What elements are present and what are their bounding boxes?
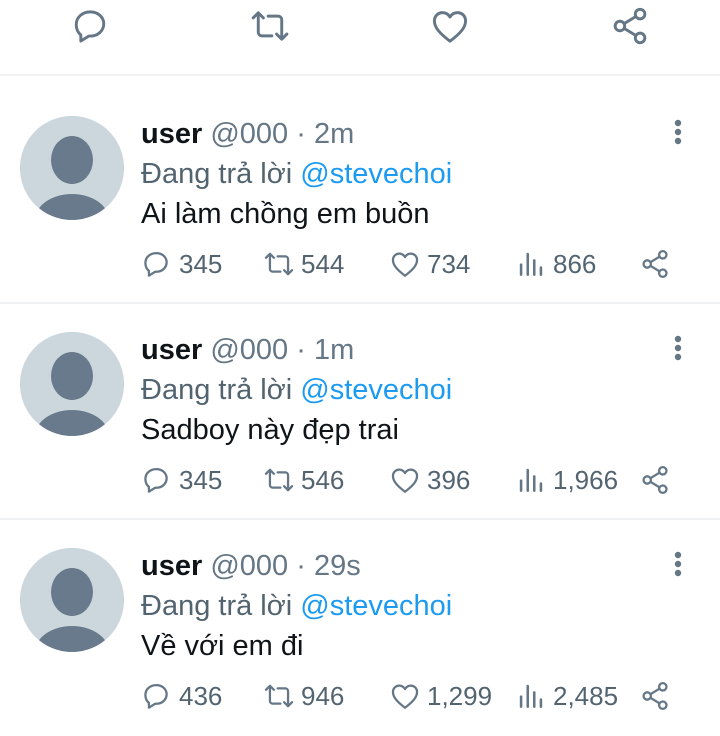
replying-to: Đang trả lời @stevechoi: [141, 158, 452, 191]
retweet-icon[interactable]: [248, 4, 292, 48]
retweet-icon: [264, 684, 294, 708]
views-icon: [519, 684, 543, 708]
tweet-header: user @000 · 2m: [141, 118, 354, 151]
replying-to-label: Đang trả lời: [141, 590, 301, 622]
share-icon: [642, 249, 668, 279]
like-icon: [391, 468, 419, 493]
separator-dot: ·: [296, 334, 306, 366]
user-handle[interactable]: @000: [210, 334, 288, 366]
view-count: 2,485: [553, 680, 619, 711]
views-icon: [519, 468, 543, 492]
like-icon[interactable]: [428, 4, 472, 48]
share-icon: [642, 681, 668, 711]
like-button[interactable]: 396: [388, 460, 470, 500]
view-count: 1,966: [553, 464, 619, 495]
like-count: 396: [427, 464, 471, 495]
avatar[interactable]: [20, 332, 124, 436]
like-button[interactable]: 1,299: [388, 676, 492, 716]
reply-icon: [144, 683, 168, 709]
like-icon: [391, 684, 419, 709]
like-count: 734: [427, 248, 471, 279]
timestamp[interactable]: 1m: [314, 334, 354, 366]
retweet-count: 946: [301, 680, 345, 711]
tweet-header: user @000 · 29s: [141, 550, 361, 583]
share-button[interactable]: [638, 676, 672, 716]
share-icon[interactable]: [608, 4, 652, 48]
view-count: 866: [553, 248, 597, 279]
reply-icon: [144, 251, 168, 277]
replying-to-label: Đang trả lời: [141, 374, 301, 406]
tweet-actions: 345 546 396 1,966: [0, 460, 720, 500]
retweet-icon: [264, 252, 294, 276]
timestamp[interactable]: 2m: [314, 118, 354, 150]
more-options-icon[interactable]: [664, 332, 692, 364]
tweet-text: Về với em đi: [141, 630, 304, 662]
more-options-icon[interactable]: [664, 548, 692, 580]
tweet-card[interactable]: user @000 · 1m Đang trả lời @stevechoi S…: [0, 304, 720, 520]
reply-count: 436: [179, 680, 223, 711]
views-icon: [519, 252, 543, 276]
reply-button[interactable]: 436: [140, 676, 222, 716]
share-button[interactable]: [638, 460, 672, 500]
views-button[interactable]: 2,485: [514, 676, 618, 716]
like-count: 1,299: [427, 680, 493, 711]
reply-icon[interactable]: [68, 4, 112, 48]
more-options-icon[interactable]: [664, 116, 692, 148]
tweet-card[interactable]: user @000 · 2m Đang trả lời @stevechoi A…: [0, 88, 720, 304]
views-button[interactable]: 866: [514, 244, 596, 284]
retweet-button[interactable]: 946: [262, 676, 344, 716]
like-button[interactable]: 734: [388, 244, 470, 284]
replying-to: Đang trả lời @stevechoi: [141, 590, 452, 623]
display-name[interactable]: user: [141, 550, 202, 582]
like-icon: [391, 252, 419, 277]
tweet-card[interactable]: user @000 · 29s Đang trả lời @stevechoi …: [0, 520, 720, 736]
views-button[interactable]: 1,966: [514, 460, 618, 500]
mention-link[interactable]: @stevechoi: [300, 158, 452, 190]
avatar[interactable]: [20, 548, 124, 652]
retweet-button[interactable]: 544: [262, 244, 344, 284]
share-button[interactable]: [638, 244, 672, 284]
mention-link[interactable]: @stevechoi: [300, 590, 452, 622]
tweet-text: Ai làm chồng em buồn: [141, 198, 430, 230]
retweet-button[interactable]: 546: [262, 460, 344, 500]
tweet-text: Sadboy này đẹp trai: [141, 414, 399, 446]
user-handle[interactable]: @000: [210, 550, 288, 582]
tweet-actions: 436 946 1,299 2,485: [0, 676, 720, 716]
display-name[interactable]: user: [141, 118, 202, 150]
tweet-actions: 345 544 734 866: [0, 244, 720, 284]
tweet-header: user @000 · 1m: [141, 334, 354, 367]
mention-link[interactable]: @stevechoi: [300, 374, 452, 406]
retweet-count: 544: [301, 248, 345, 279]
display-name[interactable]: user: [141, 334, 202, 366]
timestamp[interactable]: 29s: [314, 550, 361, 582]
reply-icon: [144, 467, 168, 493]
reply-button[interactable]: 345: [140, 460, 222, 500]
avatar[interactable]: [20, 116, 124, 220]
share-icon: [642, 465, 668, 495]
retweet-count: 546: [301, 464, 345, 495]
separator-dot: ·: [296, 118, 306, 150]
top-action-bar: [0, 0, 720, 76]
reply-button[interactable]: 345: [140, 244, 222, 284]
user-handle[interactable]: @000: [210, 118, 288, 150]
replying-to-label: Đang trả lời: [141, 158, 301, 190]
reply-count: 345: [179, 248, 223, 279]
separator-dot: ·: [296, 550, 306, 582]
replying-to: Đang trả lời @stevechoi: [141, 374, 452, 407]
reply-count: 345: [179, 464, 223, 495]
retweet-icon: [264, 468, 294, 492]
